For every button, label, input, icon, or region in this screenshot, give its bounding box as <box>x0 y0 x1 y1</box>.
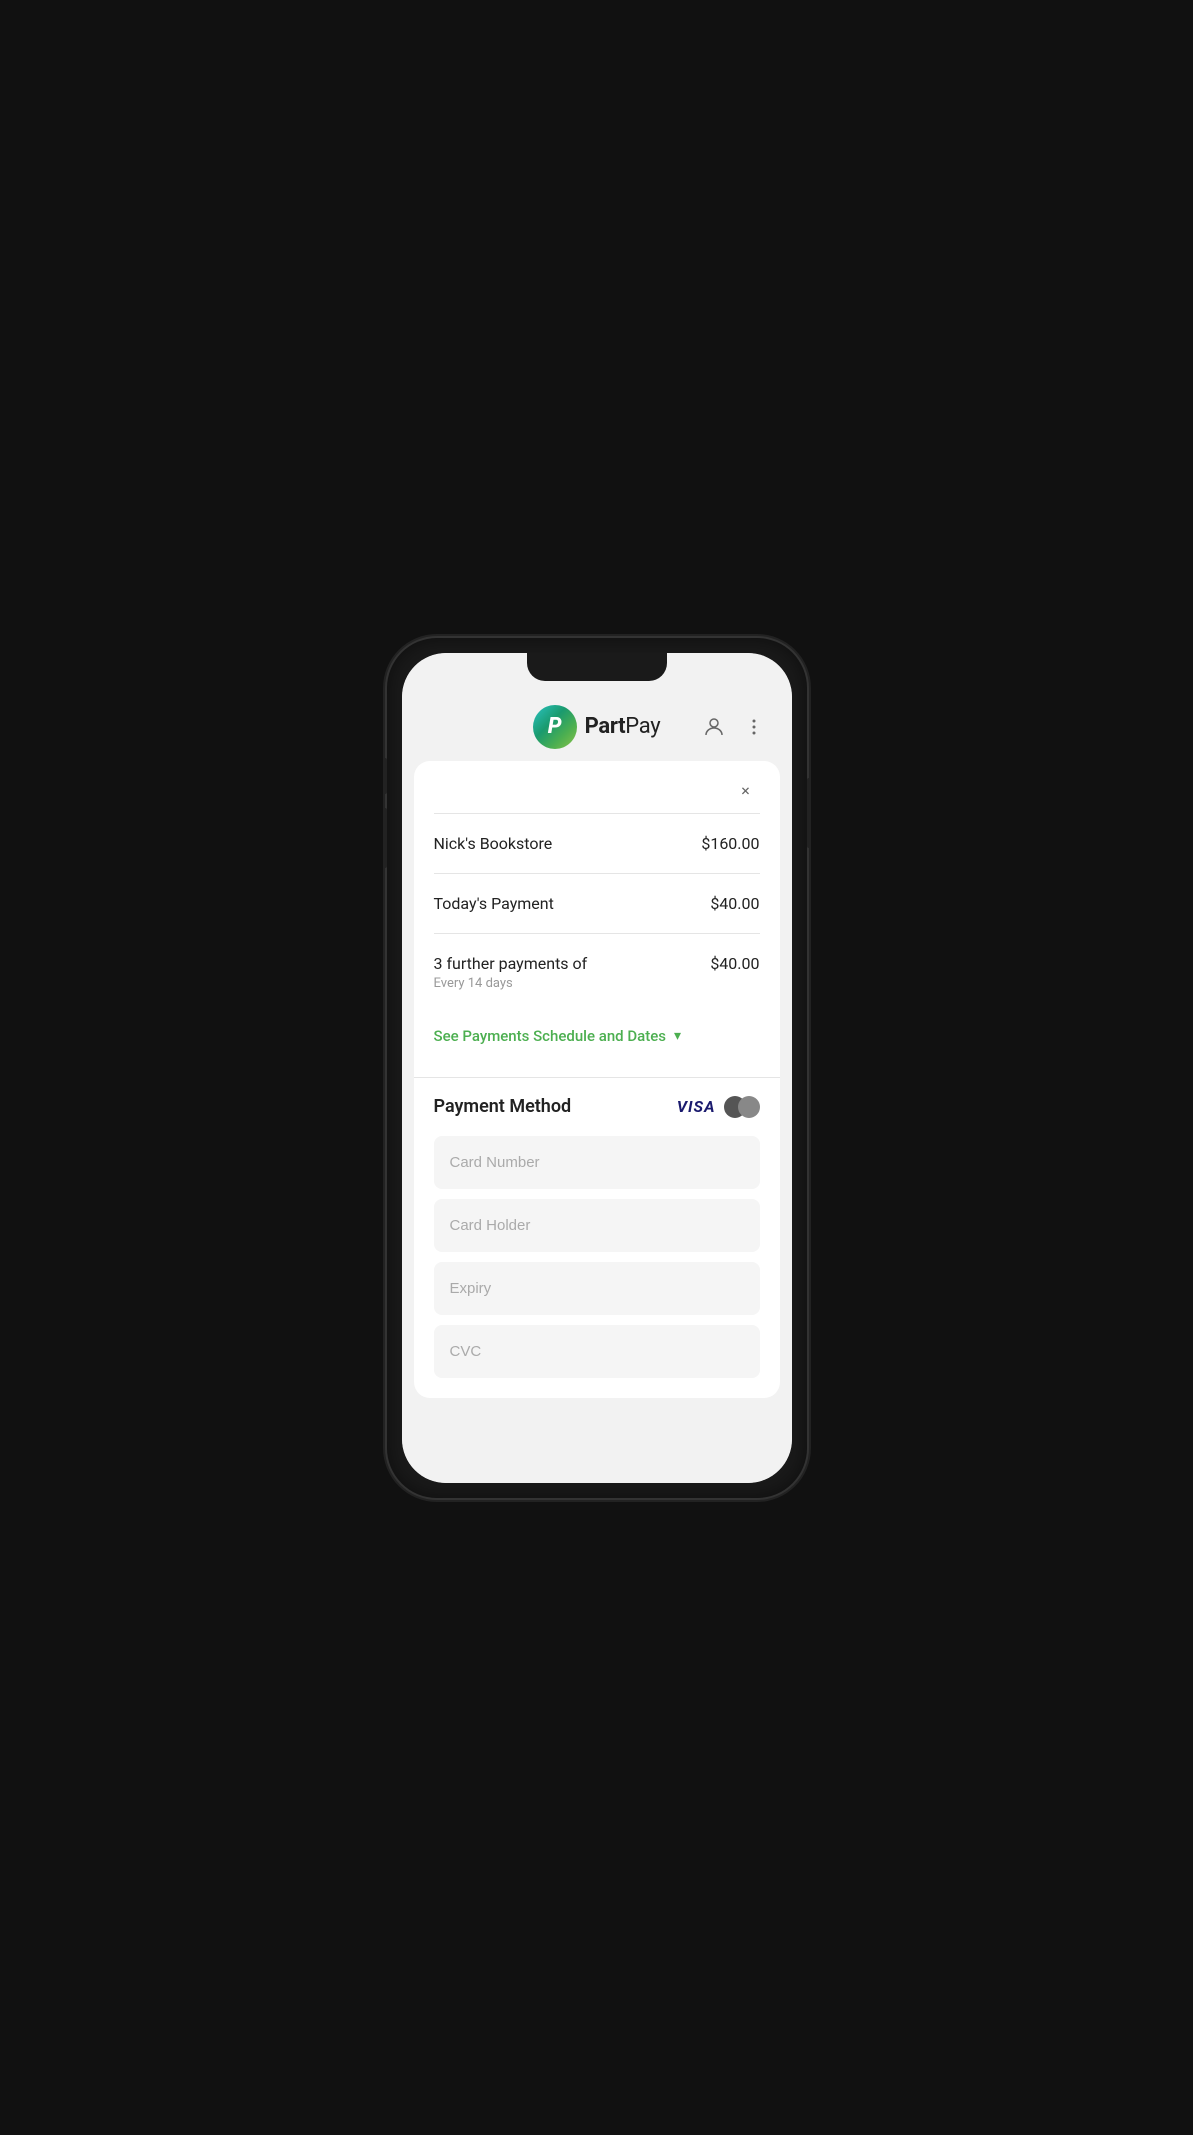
close-row: × <box>414 761 780 813</box>
logo-icon: P <box>533 705 577 749</box>
mc-circle-right <box>738 1096 760 1118</box>
volume-down-button <box>383 808 387 868</box>
mastercard-icon <box>724 1096 760 1118</box>
volume-up-button <box>383 758 387 794</box>
today-label: Today's Payment <box>434 894 554 913</box>
schedule-row: See Payments Schedule and Dates ▾ <box>414 1011 780 1069</box>
profile-icon[interactable] <box>700 713 728 741</box>
header-icons <box>700 713 768 741</box>
app-name: PartPay <box>585 714 661 739</box>
further-label: 3 further payments of <box>434 954 588 973</box>
logo-letter: P <box>548 716 562 738</box>
app-header: P PartPay <box>402 689 792 761</box>
close-button[interactable]: × <box>732 777 760 805</box>
expiry-input[interactable] <box>434 1262 760 1315</box>
store-name: Nick's Bookstore <box>434 834 553 853</box>
card-number-input[interactable] <box>434 1136 760 1189</box>
card-holder-input[interactable] <box>434 1199 760 1252</box>
more-vertical-icon[interactable] <box>740 713 768 741</box>
cvc-input[interactable] <box>434 1325 760 1378</box>
store-amount: $160.00 <box>701 834 759 853</box>
visa-icon: VISA <box>677 1097 716 1116</box>
schedule-link[interactable]: See Payments Schedule and Dates <box>434 1027 667 1045</box>
store-row: Nick's Bookstore $160.00 <box>414 814 780 873</box>
power-button <box>807 778 811 848</box>
phone-notch <box>527 653 667 681</box>
further-payments-row: 3 further payments of Every 14 days $40.… <box>414 934 780 1011</box>
logo: P PartPay <box>533 705 661 749</box>
today-amount: $40.00 <box>710 894 759 913</box>
payment-method-row: Payment Method VISA <box>414 1077 780 1136</box>
card-icons: VISA <box>677 1096 760 1118</box>
further-amount: $40.00 <box>710 954 759 973</box>
further-sublabel: Every 14 days <box>434 976 588 991</box>
payment-method-label: Payment Method <box>434 1096 572 1117</box>
main-card: × Nick's Bookstore $160.00 Today's Payme… <box>414 761 780 1398</box>
today-payment-row: Today's Payment $40.00 <box>414 874 780 933</box>
chevron-down-icon: ▾ <box>674 1028 681 1044</box>
card-form <box>414 1136 780 1398</box>
